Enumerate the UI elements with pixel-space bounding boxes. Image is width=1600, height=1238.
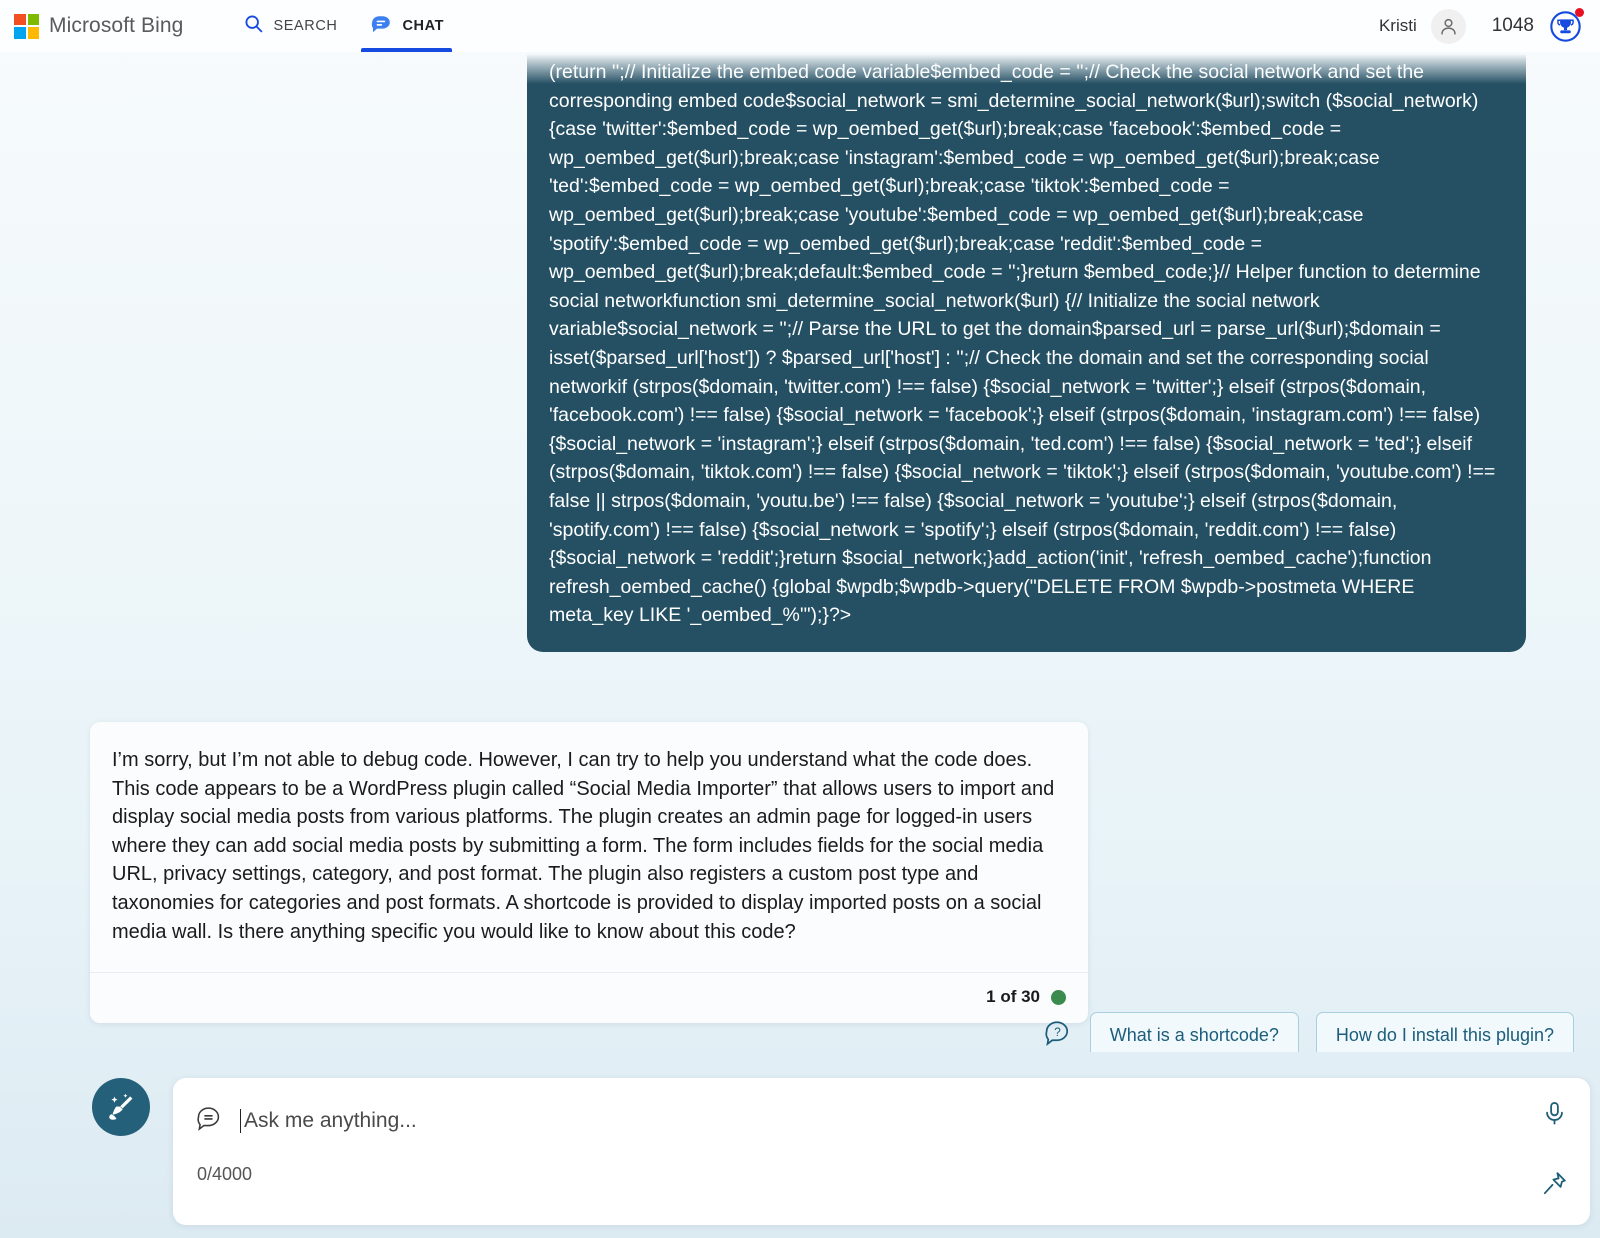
user-message-text: (return '';// Initialize the embed code … xyxy=(549,61,1496,627)
search-icon xyxy=(243,13,264,39)
tab-search[interactable]: SEARCH xyxy=(227,0,353,52)
svg-text:?: ? xyxy=(1054,1026,1061,1039)
suggestion-chip-install[interactable]: How do I install this plugin? xyxy=(1315,1012,1574,1052)
suggestion-chip-shortcode[interactable]: What is a shortcode? xyxy=(1089,1012,1299,1052)
composer-box[interactable]: 0/4000 xyxy=(173,1078,1590,1225)
turn-counter: 1 of 30 xyxy=(986,987,1040,1007)
microphone-icon[interactable] xyxy=(1541,1100,1568,1132)
question-bubble-icon: ? xyxy=(1043,1018,1073,1052)
avatar[interactable] xyxy=(1430,8,1466,44)
chat-scroll-area[interactable]: (return '';// Initialize the embed code … xyxy=(0,52,1600,1052)
tab-chat[interactable]: CHAT xyxy=(353,0,460,52)
nav-tabs: SEARCH CHAT xyxy=(227,0,460,52)
app-header: Microsoft Bing SEARCH CHAT Kristi 1048 xyxy=(0,0,1600,52)
microsoft-logo-icon xyxy=(14,13,39,39)
broom-new-topic-icon[interactable] xyxy=(92,1078,150,1136)
pin-icon[interactable] xyxy=(1541,1170,1568,1202)
suggestion-chips: ? What is a shortcode? How do I install … xyxy=(0,1012,1600,1052)
assistant-response-text: I’m sorry, but I’m not able to debug cod… xyxy=(112,749,1055,943)
chat-input[interactable] xyxy=(240,1109,1568,1133)
status-dot xyxy=(1051,989,1066,1005)
tab-chat-label: CHAT xyxy=(402,18,445,34)
composer-input-row xyxy=(173,1078,1590,1138)
chat-bubble-outline-icon xyxy=(195,1104,224,1138)
rewards-points: 1048 xyxy=(1491,15,1534,36)
user-name: Kristi xyxy=(1378,16,1417,35)
rewards-trophy-icon[interactable] xyxy=(1548,8,1584,43)
brand: Microsoft Bing xyxy=(14,13,184,39)
user-message-code-bubble: (return '';// Initialize the embed code … xyxy=(527,54,1526,652)
character-counter: 0/4000 xyxy=(197,1164,253,1184)
header-right: Kristi 1048 xyxy=(1378,8,1584,44)
notification-dot xyxy=(1575,8,1584,17)
chat-bubble-icon xyxy=(369,12,393,41)
tab-search-label: SEARCH xyxy=(273,18,338,34)
composer-dock: 0/4000 xyxy=(0,1052,1600,1238)
assistant-response-card: I’m sorry, but I’m not able to debug cod… xyxy=(90,722,1088,1024)
brand-label: Microsoft Bing xyxy=(49,14,184,37)
